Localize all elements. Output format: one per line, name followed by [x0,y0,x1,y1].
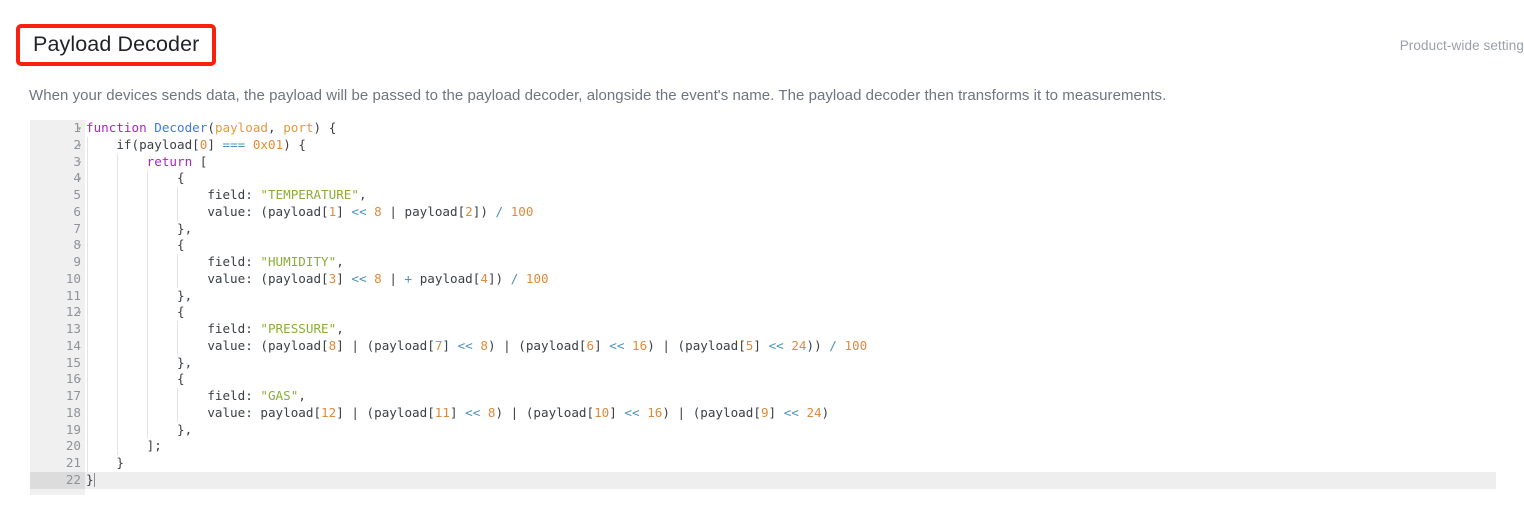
code-text: { [86,371,185,387]
active-line-highlight [85,471,1496,489]
code-text: { [86,170,185,186]
fold-arrow-icon[interactable]: ▾ [74,237,85,254]
editor-line[interactable]: 17 field: "GAS", [30,388,1496,405]
line-number: 22 [30,471,85,489]
editor-code-lines[interactable]: 1 ▾ function Decoder(payload, port) {2 ▾ if… [30,120,1496,489]
page-title: Payload Decoder [33,32,200,56]
page-header: Payload Decoder Product-wide setting [0,20,1524,66]
editor-line[interactable]: 2 ▾ if(payload[0] === 0x01) { [30,136,1496,154]
line-number: 10 [30,270,85,288]
editor-line[interactable]: 15 }, [30,354,1496,372]
editor-line[interactable]: 13 field: "PRESSURE", [30,321,1496,338]
fold-arrow-icon[interactable]: ▾ [74,137,85,154]
editor-line[interactable]: 11 }, [30,287,1496,305]
fold-arrow-icon[interactable]: ▾ [74,154,85,171]
text-caret [93,472,95,487]
editor-line[interactable]: 3 ▾ return [ [30,153,1496,171]
fold-arrow-icon[interactable]: ▾ [74,120,85,137]
editor-line[interactable]: 8 ▾ { [30,237,1496,254]
editor-line[interactable]: 22} [30,471,1496,489]
code-text: return [ [146,153,208,169]
editor-line[interactable]: 1 ▾ function Decoder(payload, port) { [30,120,1496,137]
code-text: { [86,237,185,253]
line-number: 17 [30,388,85,405]
code-text: }, [86,287,193,303]
payload-decoder-code-editor[interactable]: 1 ▾ function Decoder(payload, port) {2 ▾ if… [30,120,1496,495]
line-number: 21 [30,455,85,472]
code-text: field: "TEMPERATURE", [86,187,367,202]
editor-line[interactable]: 5 field: "TEMPERATURE", [30,187,1496,204]
editor-inner[interactable]: 1 ▾ function Decoder(payload, port) {2 ▾ if… [30,120,1496,495]
editor-line[interactable]: 6 value: (payload[1] << 8 | payload[2]) … [30,203,1496,221]
product-wide-setting-label: Product-wide setting [1399,38,1524,53]
code-text: { [86,304,185,320]
code-text: value: payload[12] | (payload[11] << 8) … [86,404,830,420]
line-number: 6 [30,203,85,221]
line-number: 7 [30,220,85,238]
line-number: 9 [30,254,85,271]
page-title-highlight-box: Payload Decoder [16,24,217,66]
line-number: 18 [30,404,85,422]
code-text: value: (payload[1] << 8 | payload[2]) / … [86,203,534,219]
line-number: 19 [30,421,85,439]
line-number: 13 [30,321,85,338]
code-text: } [86,471,94,487]
editor-line[interactable]: 9 field: "HUMIDITY", [30,254,1496,271]
line-number: 5 [30,187,85,204]
code-text: }, [86,421,193,437]
code-text: }, [86,220,193,236]
editor-line[interactable]: 18 value: payload[12] | (payload[11] << … [30,404,1496,422]
line-number: 15 [30,354,85,372]
page-description: When your devices sends data, the payloa… [29,87,1167,104]
code-text: field: "GAS", [86,388,306,403]
code-text: value: (payload[3] << 8 | + payload[4]) … [86,270,549,286]
payload-decoder-page: Payload Decoder Product-wide setting Whe… [0,0,1524,505]
fold-arrow-icon[interactable]: ▾ [74,304,85,321]
editor-line[interactable]: 19 }, [30,421,1496,439]
line-number: 11 [30,287,85,305]
fold-arrow-icon[interactable]: ▾ [74,170,85,187]
editor-line[interactable]: 4 ▾ { [30,170,1496,187]
code-text: field: "HUMIDITY", [86,254,344,269]
code-text: field: "PRESSURE", [86,321,344,336]
editor-line[interactable]: 20 ]; [30,438,1496,455]
code-text: } [86,455,124,470]
code-text: if(payload[0] === 0x01) { [86,136,306,152]
editor-line[interactable]: 10 value: (payload[3] << 8 | + payload[4… [30,270,1496,288]
line-number: 20 [30,438,85,455]
editor-line[interactable]: 16 ▾ { [30,371,1496,388]
editor-line[interactable]: 14 value: (payload[8] | (payload[7] << 8… [30,337,1496,355]
code-text: }, [86,354,193,370]
editor-line[interactable]: 12 ▾ { [30,304,1496,321]
code-text: value: (payload[8] | (payload[7] << 8) |… [86,337,868,353]
code-text: ]; [86,438,162,454]
editor-line[interactable]: 21 } [30,455,1496,472]
editor-line[interactable]: 7 }, [30,220,1496,238]
code-text: function Decoder(payload, port) { [86,120,337,135]
fold-arrow-icon[interactable]: ▾ [74,371,85,388]
line-number: 14 [30,337,85,355]
